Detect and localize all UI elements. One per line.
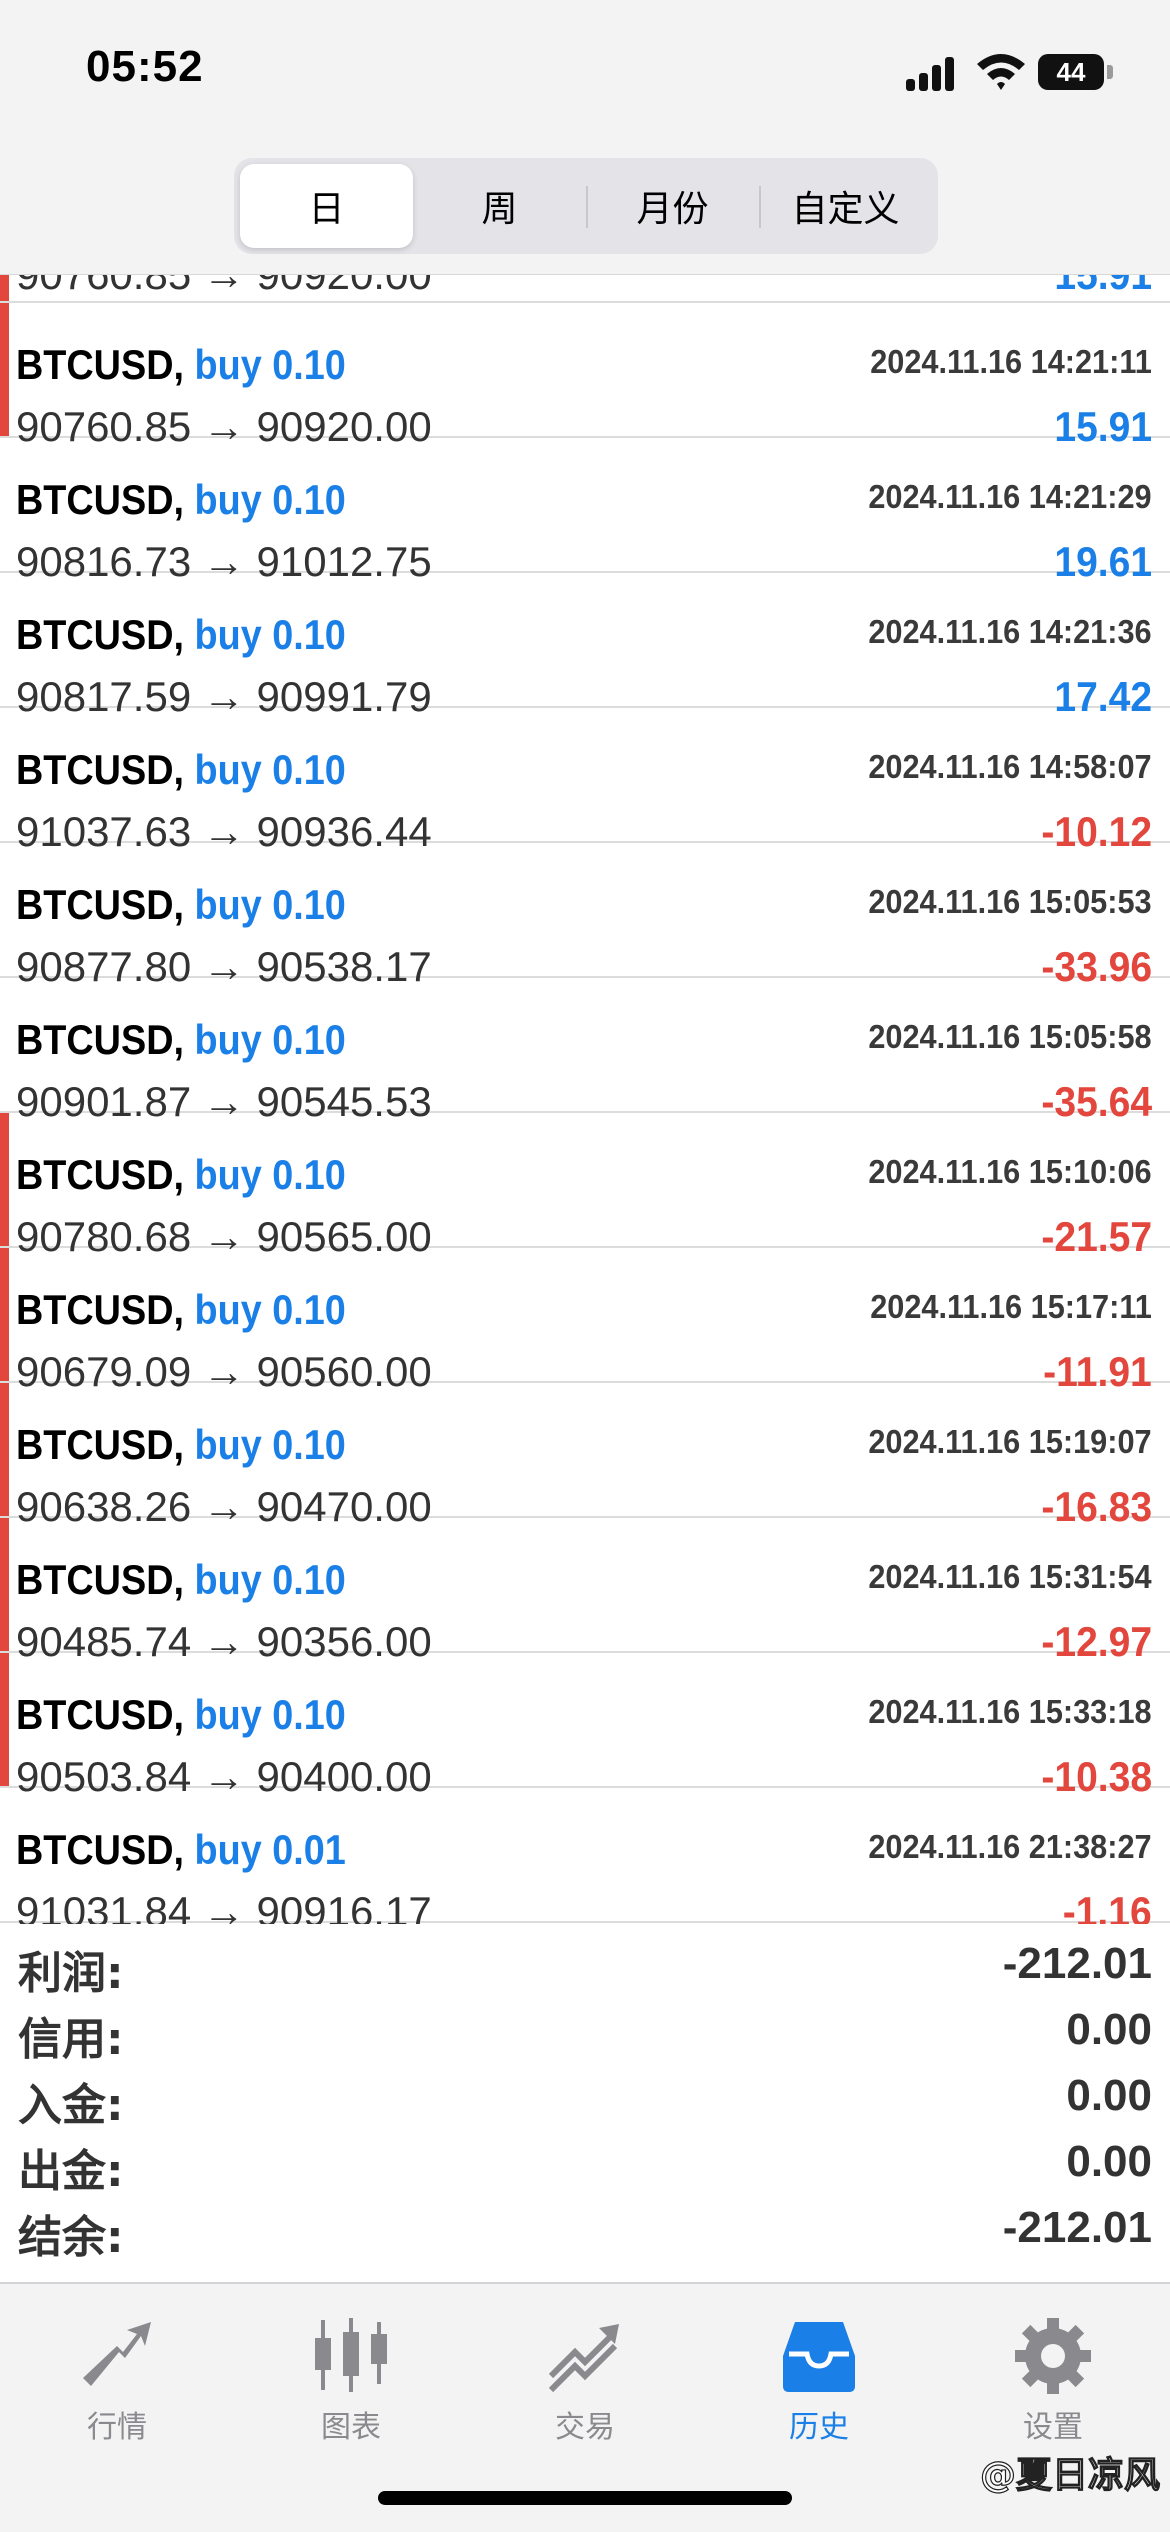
summary-label: 结余: <box>18 2212 124 2263</box>
deal-time: 2024.11.16 15:33:18 <box>868 1693 1152 1730</box>
tab-label: 交易 <box>555 2410 615 2445</box>
deal-side: buy 0.10 <box>194 1016 346 1063</box>
deal-row[interactable]: BTCUSD, buy 0.01 2024.11.16 21:38:27 910… <box>0 1788 1170 1924</box>
quotes-icon <box>83 2322 151 2386</box>
tab-settings[interactable]: 设置 <box>936 2304 1170 2454</box>
tab-label: 历史 <box>789 2410 849 2445</box>
segment-divider <box>759 186 761 228</box>
summary-value: 0.00 <box>1066 2137 1152 2186</box>
account-summary: 利润: -212.01 信用: 0.00 入金: 0.00 出金: 0.00 结… <box>0 1925 1170 2280</box>
deal-row[interactable]: BTCUSD, buy 0.10 2024.11.16 15:19:07 906… <box>0 1383 1170 1530</box>
segment-month[interactable]: 月份 <box>586 164 759 248</box>
home-indicator[interactable] <box>378 2491 792 2505</box>
deal-symbol: BTCUSD, buy 0.10 <box>16 1556 346 1603</box>
summary-value: -212.01 <box>1002 2203 1152 2252</box>
history-icon <box>783 2322 855 2392</box>
watermark: @夏日凉风 <box>979 2454 1160 2496</box>
deal-profit: -1.16 <box>1062 1888 1152 1924</box>
deal-time: 2024.11.16 21:38:27 <box>868 1828 1152 1865</box>
deal-time: 2024.11.16 14:58:07 <box>868 748 1152 785</box>
deal-side: buy 0.10 <box>194 881 346 928</box>
deal-row-partial[interactable]: 90760.85 → 90920.00 15.91 <box>0 275 1170 303</box>
segment-custom[interactable]: 自定义 <box>759 164 932 248</box>
tab-label: 行情 <box>87 2410 147 2445</box>
tab-charts[interactable]: 图表 <box>234 2304 468 2454</box>
deal-symbol: BTCUSD, buy 0.10 <box>16 1691 346 1738</box>
deal-symbol: BTCUSD, buy 0.10 <box>16 1421 346 1468</box>
summary-row-profit: 利润: -212.01 <box>0 1925 1170 1999</box>
tab-trade[interactable]: 交易 <box>468 2304 702 2454</box>
summary-value: 0.00 <box>1066 2005 1152 2054</box>
period-selector-bar: 日 周 月份 自定义 <box>0 150 1170 274</box>
trade-icon <box>548 2324 619 2393</box>
deal-side: buy 0.10 <box>194 1691 346 1738</box>
deal-history-list[interactable]: 90760.85 → 90920.00 15.91 BTCUSD, buy 0.… <box>0 274 1170 1924</box>
deal-time: 2024.11.16 15:31:54 <box>868 1558 1152 1595</box>
deal-profit: 15.91 <box>1054 274 1152 298</box>
summary-value: -212.01 <box>1002 1939 1152 1988</box>
tab-history[interactable]: 历史 <box>702 2304 936 2454</box>
chart-icon <box>315 2318 387 2392</box>
wifi-icon <box>977 54 1025 90</box>
deal-symbol: BTCUSD, buy 0.10 <box>16 341 346 388</box>
deal-row[interactable]: BTCUSD, buy 0.10 2024.11.16 15:33:18 905… <box>0 1653 1170 1800</box>
deal-row[interactable]: BTCUSD, buy 0.10 2024.11.16 15:31:54 904… <box>0 1518 1170 1665</box>
tab-quotes[interactable]: 行情 <box>0 2304 234 2454</box>
deal-prices: 91031.84 → 90916.17 <box>16 1888 432 1924</box>
deal-side: buy 0.10 <box>194 1556 346 1603</box>
deal-row[interactable]: BTCUSD, buy 0.10 2024.11.16 14:58:07 910… <box>0 708 1170 855</box>
deal-row[interactable]: BTCUSD, buy 0.10 2024.11.16 14:21:29 908… <box>0 438 1170 585</box>
battery-icon: 44 <box>1038 54 1113 90</box>
deal-symbol: BTCUSD, buy 0.10 <box>16 476 346 523</box>
deal-time: 2024.11.16 15:19:07 <box>868 1423 1152 1460</box>
deal-time: 2024.11.16 15:10:06 <box>868 1153 1152 1190</box>
deal-symbol: BTCUSD, buy 0.10 <box>16 746 346 793</box>
deal-side: buy 0.10 <box>194 1151 346 1198</box>
settings-icon <box>1015 2318 1091 2394</box>
deal-prices: 90760.85 → 90920.00 <box>16 274 432 298</box>
deal-symbol: BTCUSD, buy 0.01 <box>16 1826 346 1873</box>
deal-side: buy 0.01 <box>194 1826 346 1873</box>
deal-side: buy 0.10 <box>194 1421 346 1468</box>
deal-symbol: BTCUSD, buy 0.10 <box>16 1151 346 1198</box>
summary-row-credit: 信用: 0.00 <box>0 1991 1170 2065</box>
deal-symbol: BTCUSD, buy 0.10 <box>16 881 346 928</box>
deal-symbol: BTCUSD, buy 0.10 <box>16 1016 346 1063</box>
deal-time: 2024.11.16 15:05:53 <box>868 883 1152 920</box>
summary-value: 0.00 <box>1066 2071 1152 2120</box>
clock: 05:52 <box>86 42 204 91</box>
deal-side: buy 0.10 <box>194 1286 346 1333</box>
deal-row[interactable]: BTCUSD, buy 0.10 2024.11.16 14:21:36 908… <box>0 573 1170 720</box>
deal-time: 2024.11.16 14:21:29 <box>868 478 1152 515</box>
summary-row-withdrawal: 出金: 0.00 <box>0 2123 1170 2197</box>
tab-label: 设置 <box>1023 2410 1083 2445</box>
deal-row[interactable]: BTCUSD, buy 0.10 2024.11.16 15:17:11 906… <box>0 1248 1170 1395</box>
deal-symbol: BTCUSD, buy 0.10 <box>16 611 346 658</box>
deal-row[interactable]: BTCUSD, buy 0.10 2024.11.16 15:05:53 908… <box>0 843 1170 990</box>
deal-side: buy 0.10 <box>194 341 346 388</box>
deal-row[interactable]: BTCUSD, buy 0.10 2024.11.16 15:05:58 909… <box>0 978 1170 1125</box>
deal-time: 2024.11.16 14:21:11 <box>870 343 1152 380</box>
deal-time: 2024.11.16 15:05:58 <box>868 1018 1152 1055</box>
segment-divider <box>586 186 588 228</box>
deal-side: buy 0.10 <box>194 746 346 793</box>
status-bar: 05:52 44 <box>0 0 1170 150</box>
cellular-signal-icon <box>906 55 958 91</box>
period-segmented-control: 日 周 月份 自定义 <box>234 158 938 254</box>
summary-row-balance: 结余: -212.01 <box>0 2189 1170 2263</box>
deal-row[interactable]: BTCUSD, buy 0.10 2024.11.16 15:10:06 907… <box>0 1113 1170 1260</box>
deal-symbol: BTCUSD, buy 0.10 <box>16 1286 346 1333</box>
tab-label: 图表 <box>321 2410 381 2445</box>
deal-time: 2024.11.16 14:21:36 <box>868 613 1152 650</box>
deal-row[interactable]: BTCUSD, buy 0.10 2024.11.16 14:21:11 907… <box>0 303 1170 450</box>
deal-time: 2024.11.16 15:17:11 <box>870 1288 1152 1325</box>
deal-side: buy 0.10 <box>194 476 346 523</box>
segment-week[interactable]: 周 <box>413 164 586 248</box>
deal-side: buy 0.10 <box>194 611 346 658</box>
summary-row-deposit: 入金: 0.00 <box>0 2057 1170 2131</box>
segment-day[interactable]: 日 <box>240 164 413 248</box>
